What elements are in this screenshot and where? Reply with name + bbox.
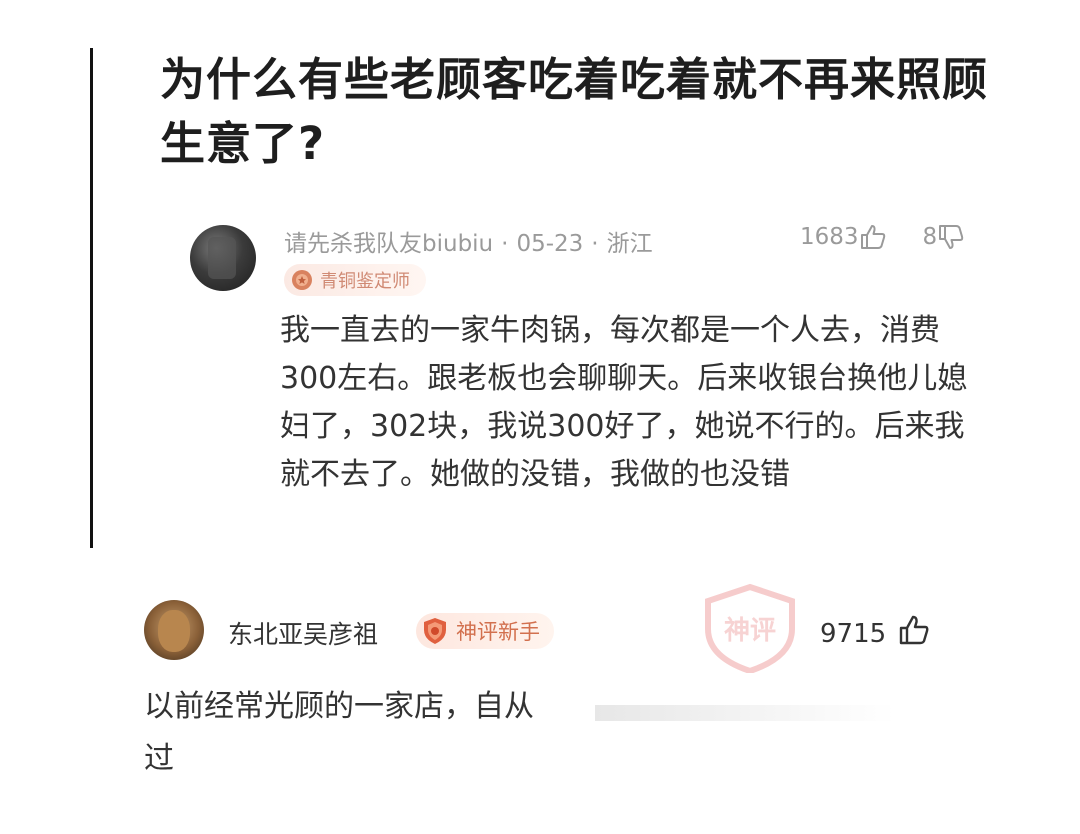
like-count: 9715	[820, 618, 887, 649]
bronze-medal-icon	[292, 270, 312, 290]
shenping-watermark: 神评	[705, 583, 795, 673]
question-card: 为什么有些老顾客吃着吃着就不再来照顾生意了? 请先杀我队友biubiu · 05-2…	[90, 48, 992, 548]
text-fade	[595, 705, 895, 721]
avatar[interactable]	[144, 600, 204, 660]
answer-username[interactable]: 请先杀我队友biubiu	[284, 231, 493, 257]
reply-username[interactable]: 东北亚吴彦祖	[228, 615, 378, 651]
answer-stats: 1683 8	[800, 224, 965, 250]
reply-card: 东北亚吴彦祖 神评新手 神评 9715 以前经常光顾的一家店，自从 过	[140, 575, 990, 790]
thumbs-down-icon[interactable]	[937, 224, 965, 250]
answer-date: 05-23	[516, 231, 584, 257]
thumbs-up-icon[interactable]	[898, 615, 930, 652]
answer-text[interactable]: 我一直去的一家牛肉锅，每次都是一个人去，消费300左右。跟老板也会聊聊天。后来收…	[280, 307, 980, 499]
watermark-text: 神评	[724, 616, 776, 646]
dislike-count: 8	[922, 224, 938, 250]
badge-label: 神评新手	[456, 620, 540, 644]
question-title[interactable]: 为什么有些老顾客吃着吃着就不再来照顾生意了?	[160, 48, 990, 176]
user-badge[interactable]: 青铜鉴定师	[284, 264, 426, 296]
shield-badge-icon	[424, 618, 446, 644]
thumbs-up-icon[interactable]	[859, 224, 887, 250]
badge-label: 青铜鉴定师	[320, 271, 410, 292]
like-count: 1683	[800, 224, 859, 250]
reply-text[interactable]: 以前经常光顾的一家店，自从 过	[144, 681, 844, 785]
avatar[interactable]	[190, 225, 256, 291]
answer-location: 浙江	[606, 231, 653, 257]
reply-likes: 9715	[820, 615, 930, 652]
reply-text-line: 过	[144, 741, 174, 776]
answer-meta: 请先杀我队友biubiu · 05-23 · 浙江	[284, 231, 653, 257]
quote-rule	[90, 48, 93, 548]
user-badge[interactable]: 神评新手	[416, 613, 554, 649]
